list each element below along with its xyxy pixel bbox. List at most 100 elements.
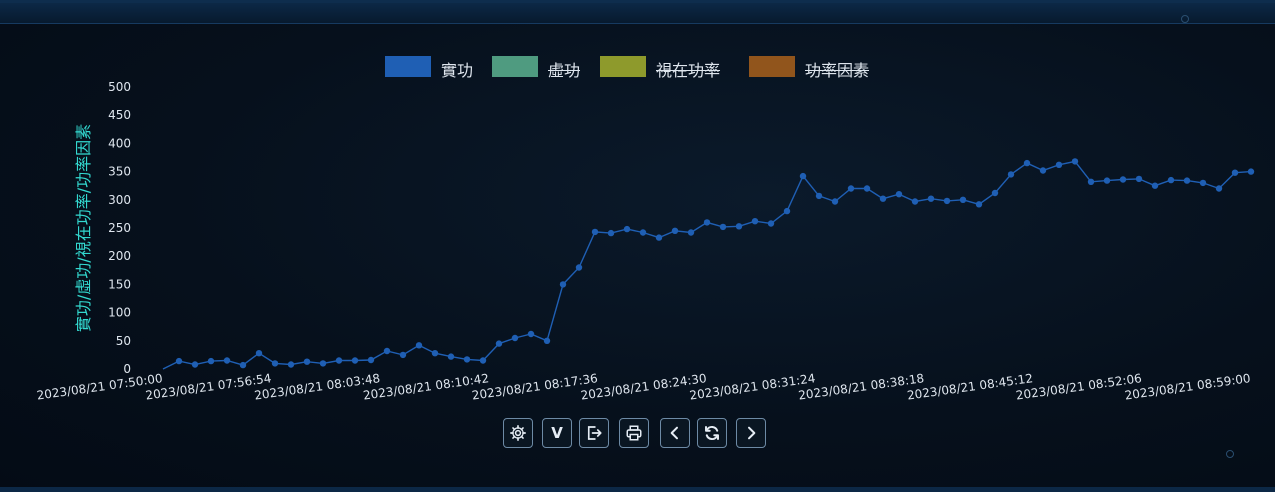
data-point[interactable] <box>1151 182 1159 189</box>
data-point[interactable] <box>783 207 791 215</box>
data-point[interactable] <box>735 223 743 230</box>
data-point[interactable] <box>367 356 375 364</box>
data-point[interactable] <box>1167 176 1175 184</box>
data-point[interactable] <box>271 360 279 367</box>
y-tick-label: 200 <box>108 249 131 263</box>
data-point[interactable] <box>1023 159 1031 167</box>
data-point[interactable] <box>863 185 871 192</box>
data-point[interactable] <box>799 172 807 180</box>
data-point[interactable] <box>399 351 407 359</box>
data-point[interactable] <box>1103 177 1111 184</box>
data-point[interactable] <box>1215 185 1223 192</box>
x-tick-label: 2023/08/21 07:50:00 <box>36 371 164 403</box>
data-point[interactable] <box>1135 175 1143 183</box>
data-point[interactable] <box>815 192 823 200</box>
x-tick-label: 2023/08/21 08:17:36 <box>471 371 599 403</box>
data-point[interactable] <box>559 281 567 288</box>
data-point[interactable] <box>1231 169 1239 176</box>
data-point[interactable] <box>911 198 919 205</box>
data-point[interactable] <box>1055 161 1063 168</box>
data-point[interactable] <box>335 357 343 364</box>
data-point[interactable] <box>303 358 311 365</box>
data-point[interactable] <box>1007 171 1015 178</box>
data-point[interactable] <box>591 228 599 236</box>
data-point[interactable] <box>319 360 327 367</box>
x-tick-label: 2023/08/21 08:59:00 <box>1124 371 1252 403</box>
data-point[interactable] <box>879 195 887 202</box>
data-point[interactable] <box>175 357 183 365</box>
x-tick-label: 2023/08/21 07:56:54 <box>145 371 273 403</box>
data-point[interactable] <box>463 356 471 363</box>
data-point[interactable] <box>975 201 983 208</box>
y-tick-label: 450 <box>108 108 131 122</box>
data-point[interactable] <box>207 357 215 365</box>
printer-icon <box>626 425 642 441</box>
x-tick-label: 2023/08/21 08:45:12 <box>906 371 1034 403</box>
data-point[interactable] <box>607 229 615 237</box>
data-point[interactable] <box>255 350 263 357</box>
previous-button[interactable] <box>660 418 690 448</box>
data-point[interactable] <box>383 347 391 355</box>
data-point[interactable] <box>751 218 759 225</box>
data-point[interactable] <box>959 196 967 203</box>
data-point[interactable] <box>479 357 487 364</box>
settings-button[interactable] <box>503 418 533 448</box>
data-point[interactable] <box>943 197 951 205</box>
data-point[interactable] <box>831 198 839 205</box>
refresh-button[interactable] <box>697 418 727 448</box>
data-point[interactable] <box>1247 168 1255 175</box>
data-point[interactable] <box>223 357 231 364</box>
data-point[interactable] <box>351 357 359 364</box>
y-tick-label: 50 <box>116 334 131 348</box>
y-tick-label: 100 <box>108 306 131 320</box>
y-tick-label: 300 <box>108 193 131 207</box>
data-point[interactable] <box>895 191 903 198</box>
data-point[interactable] <box>415 342 423 349</box>
data-point[interactable] <box>927 195 935 202</box>
data-point[interactable] <box>719 223 727 231</box>
y-tick-label: 150 <box>108 277 131 291</box>
next-button[interactable] <box>736 418 766 448</box>
data-point[interactable] <box>191 361 199 368</box>
data-point[interactable] <box>703 219 711 226</box>
print-button[interactable] <box>619 418 649 448</box>
data-point[interactable] <box>847 185 855 192</box>
x-tick-label: 2023/08/21 08:24:30 <box>580 371 708 403</box>
data-point[interactable] <box>1199 179 1207 187</box>
data-point[interactable] <box>639 229 647 236</box>
data-point[interactable] <box>431 350 439 357</box>
data-point[interactable] <box>495 340 503 347</box>
data-point[interactable] <box>767 220 775 227</box>
data-point[interactable] <box>1071 158 1079 165</box>
data-point[interactable] <box>655 234 663 241</box>
data-point[interactable] <box>287 361 295 368</box>
x-tick-label: 2023/08/21 08:52:06 <box>1015 371 1143 403</box>
export-icon <box>587 426 602 440</box>
data-point[interactable] <box>1119 176 1127 183</box>
data-point[interactable] <box>447 353 455 360</box>
data-point[interactable] <box>991 189 999 197</box>
data-point[interactable] <box>527 330 535 338</box>
data-point[interactable] <box>543 337 551 344</box>
data-point[interactable] <box>511 334 519 342</box>
data-point[interactable] <box>1039 167 1047 174</box>
y-tick-label: 500 <box>108 80 131 94</box>
series-line <box>162 160 1252 370</box>
x-tick-label: 2023/08/21 08:31:24 <box>689 371 817 403</box>
chevron-right-icon <box>748 426 756 440</box>
data-point[interactable] <box>239 361 247 369</box>
data-point[interactable] <box>575 264 583 271</box>
data-point[interactable] <box>1183 177 1191 184</box>
chevron-left-icon <box>670 426 678 440</box>
data-point[interactable] <box>687 229 695 236</box>
gear-icon <box>510 425 526 441</box>
data-point[interactable] <box>623 225 631 233</box>
data-point[interactable] <box>671 227 679 234</box>
export-button[interactable] <box>579 418 609 448</box>
view-v-button[interactable]: V <box>542 418 572 448</box>
x-tick-label: 2023/08/21 08:03:48 <box>253 371 381 403</box>
x-tick-label: 2023/08/21 08:10:42 <box>362 371 490 403</box>
refresh-icon <box>705 425 719 441</box>
data-point[interactable] <box>1087 178 1095 185</box>
y-tick-label: 0 <box>123 362 131 376</box>
